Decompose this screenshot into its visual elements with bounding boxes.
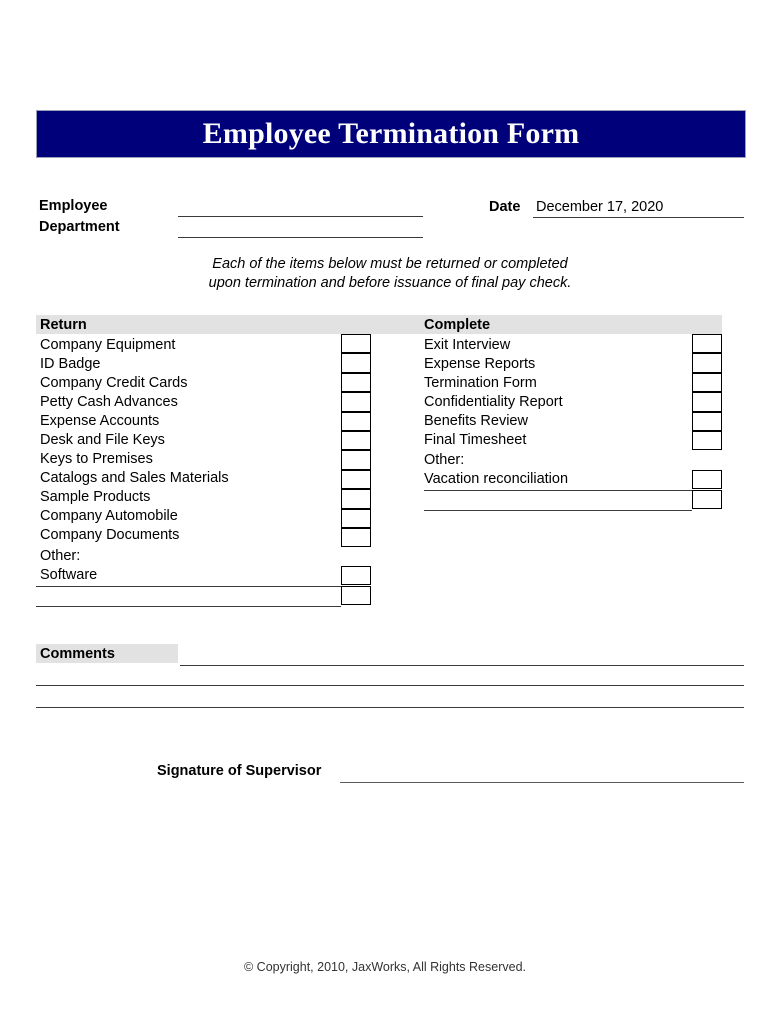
complete-other-entry-label-0[interactable]: Vacation reconciliation xyxy=(424,472,568,487)
return-item-checkbox-1[interactable] xyxy=(341,353,371,373)
date-label: Date xyxy=(489,199,521,215)
signature-input[interactable] xyxy=(340,782,744,783)
return-item-checkbox-6[interactable] xyxy=(341,450,371,470)
complete-item-label-5: Final Timesheet xyxy=(424,432,527,448)
complete-other-entry-line-0 xyxy=(424,490,692,491)
return-other-label: Other: xyxy=(40,548,81,564)
return-item-label-4: Expense Accounts xyxy=(40,413,160,429)
return-item-label-3: Petty Cash Advances xyxy=(40,394,178,410)
return-item-checkbox-5[interactable] xyxy=(341,431,371,451)
complete-item-label-1: Expense Reports xyxy=(424,356,536,372)
return-item-checkbox-9[interactable] xyxy=(341,508,371,528)
instruction-line-2: upon termination and before issuance of … xyxy=(208,275,572,291)
complete-other-label: Other: xyxy=(424,452,465,468)
return-other-entry-line-0 xyxy=(36,586,341,587)
comments-input-line-2[interactable] xyxy=(36,685,744,686)
complete-item-checkbox-3[interactable] xyxy=(692,392,722,412)
signature-label: Signature of Supervisor xyxy=(157,763,322,779)
complete-item-label-0: Exit Interview xyxy=(424,337,511,353)
complete-item-checkbox-4[interactable] xyxy=(692,411,722,431)
return-item-label-9: Company Automobile xyxy=(40,508,178,524)
department-input[interactable] xyxy=(178,237,423,238)
return-item-label-5: Desk and File Keys xyxy=(40,432,165,448)
return-item-checkbox-4[interactable] xyxy=(341,411,371,431)
return-item-label-2: Company Credit Cards xyxy=(40,375,188,391)
copyright-footer: © Copyright, 2010, JaxWorks, All Rights … xyxy=(243,960,526,974)
return-other-entry-checkbox-1[interactable] xyxy=(341,586,371,606)
complete-other-entry-checkbox-0[interactable] xyxy=(692,470,722,490)
complete-item-checkbox-2[interactable] xyxy=(692,372,722,393)
department-label: Department xyxy=(39,219,120,235)
complete-item-label-2: Termination Form xyxy=(424,375,537,391)
page-title: Employee Termination Form xyxy=(202,117,580,150)
return-item-label-7: Catalogs and Sales Materials xyxy=(40,470,229,486)
comments-input-line-3[interactable] xyxy=(36,707,744,708)
complete-item-checkbox-5[interactable] xyxy=(692,431,722,451)
complete-column-header: Complete xyxy=(424,317,491,333)
complete-other-entry-line-1 xyxy=(424,510,692,511)
return-item-label-1: ID Badge xyxy=(40,356,101,372)
return-item-checkbox-0[interactable] xyxy=(341,334,371,354)
return-column-header: Return xyxy=(40,317,87,333)
return-item-checkbox-8[interactable] xyxy=(341,489,371,509)
return-item-label-0: Company Equipment xyxy=(40,337,176,353)
employee-label: Employee xyxy=(39,198,108,214)
instruction-text: Each of the items below must be returned… xyxy=(130,255,650,293)
return-item-checkbox-2[interactable] xyxy=(341,372,371,393)
return-other-entry-label-0[interactable]: Software xyxy=(40,568,97,583)
complete-item-label-3: Confidentiality Report xyxy=(424,394,563,410)
return-item-checkbox-3[interactable] xyxy=(341,392,371,412)
form-page: Employee Termination Form Employee Depar… xyxy=(0,0,770,1024)
return-item-checkbox-7[interactable] xyxy=(341,469,371,490)
return-other-entry-checkbox-0[interactable] xyxy=(341,566,371,586)
complete-item-checkbox-1[interactable] xyxy=(692,353,722,373)
return-item-label-10: Company Documents xyxy=(40,527,180,543)
complete-item-checkbox-0[interactable] xyxy=(692,334,722,354)
return-item-checkbox-10[interactable] xyxy=(341,528,371,548)
date-value[interactable]: December 17, 2020 xyxy=(536,199,663,215)
comments-input-line-1[interactable] xyxy=(180,665,744,666)
return-other-entry-line-1 xyxy=(36,606,341,607)
return-item-label-8: Sample Products xyxy=(40,489,151,505)
instruction-line-1: Each of the items below must be returned… xyxy=(212,256,568,272)
date-underline xyxy=(533,217,744,218)
complete-item-label-4: Benefits Review xyxy=(424,413,528,429)
employee-input[interactable] xyxy=(178,216,423,217)
complete-other-entry-checkbox-1[interactable] xyxy=(692,490,722,510)
column-header-band xyxy=(36,315,722,334)
return-item-label-6: Keys to Premises xyxy=(40,451,153,467)
form-title-banner: Employee Termination Form xyxy=(36,110,746,158)
comments-label: Comments xyxy=(40,646,115,662)
